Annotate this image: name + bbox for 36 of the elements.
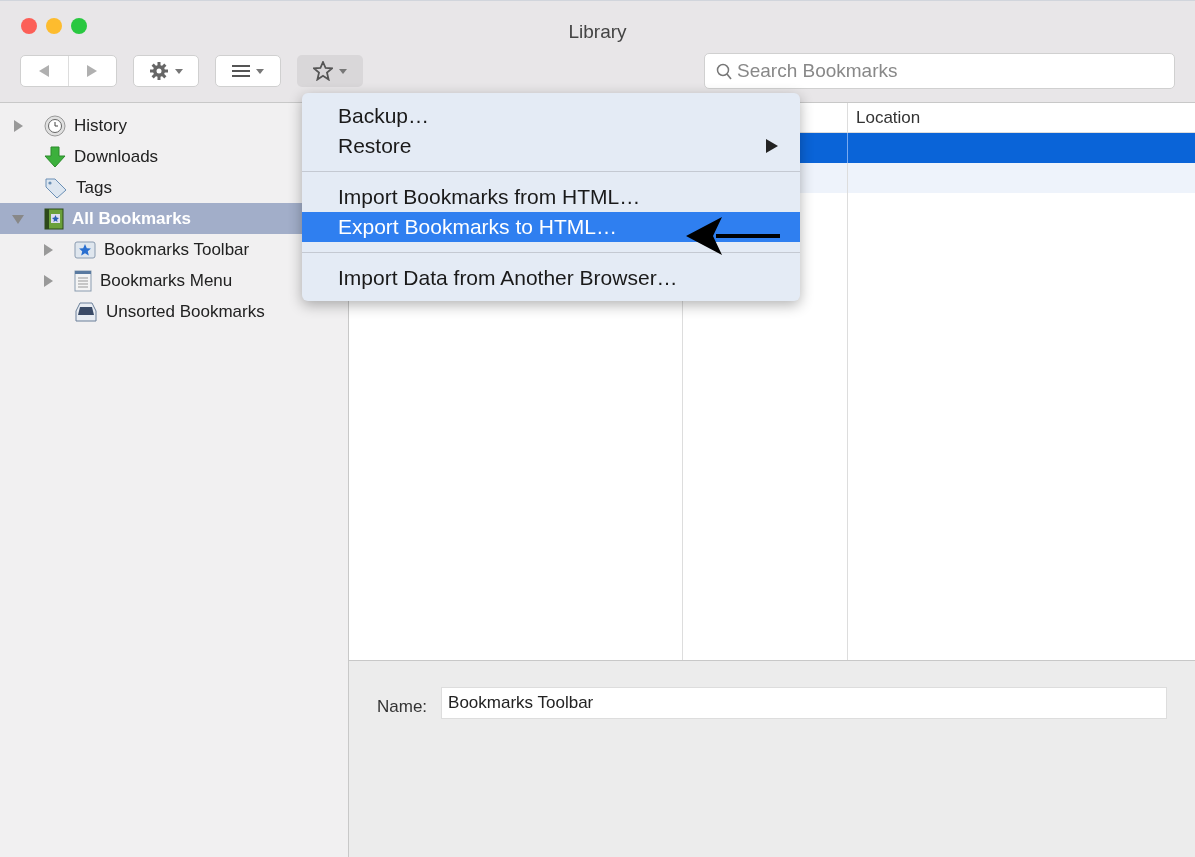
disclosure-triangle-icon[interactable] (12, 119, 24, 132)
column-header[interactable]: Location (856, 104, 921, 131)
star-icon (313, 61, 333, 81)
list-icon (232, 65, 250, 77)
minimize-button[interactable] (46, 18, 62, 34)
clock-icon (44, 114, 66, 137)
back-icon (39, 65, 50, 77)
sidebar-item[interactable]: Unsorted Bookmarks (0, 296, 348, 327)
disclosure-triangle-icon[interactable] (12, 212, 24, 225)
forward-icon (87, 65, 98, 77)
caret-icon (339, 68, 347, 74)
search-icon (716, 63, 732, 80)
window-title: Library (568, 20, 627, 44)
caret-icon (256, 68, 264, 74)
views-button[interactable] (215, 55, 281, 87)
organize-button[interactable] (133, 55, 199, 87)
menu-item[interactable]: Import Data from Another Browser… (302, 263, 800, 293)
gear-icon (149, 61, 169, 81)
menu-item[interactable]: Export Bookmarks to HTML… (302, 212, 800, 242)
import-backup-button[interactable] (297, 55, 363, 87)
menu-item[interactable]: Restore (302, 131, 800, 161)
zoom-button[interactable] (71, 18, 87, 34)
close-button[interactable] (21, 18, 37, 34)
tag-icon (44, 176, 68, 199)
star-folder-icon (74, 239, 96, 260)
menu-item[interactable]: Backup… (302, 101, 800, 131)
name-field[interactable]: Bookmarks Toolbar (441, 687, 1167, 719)
inbox-icon (74, 300, 98, 323)
disclosure-triangle-icon[interactable] (42, 243, 54, 256)
menu-list-icon (74, 269, 92, 292)
search-field[interactable]: Search Bookmarks (704, 53, 1175, 89)
name-label: Name: (377, 696, 428, 718)
down-arrow-icon (44, 145, 66, 168)
caret-icon (175, 68, 183, 74)
book-icon (44, 207, 64, 230)
disclosure-triangle-icon[interactable] (42, 274, 54, 287)
